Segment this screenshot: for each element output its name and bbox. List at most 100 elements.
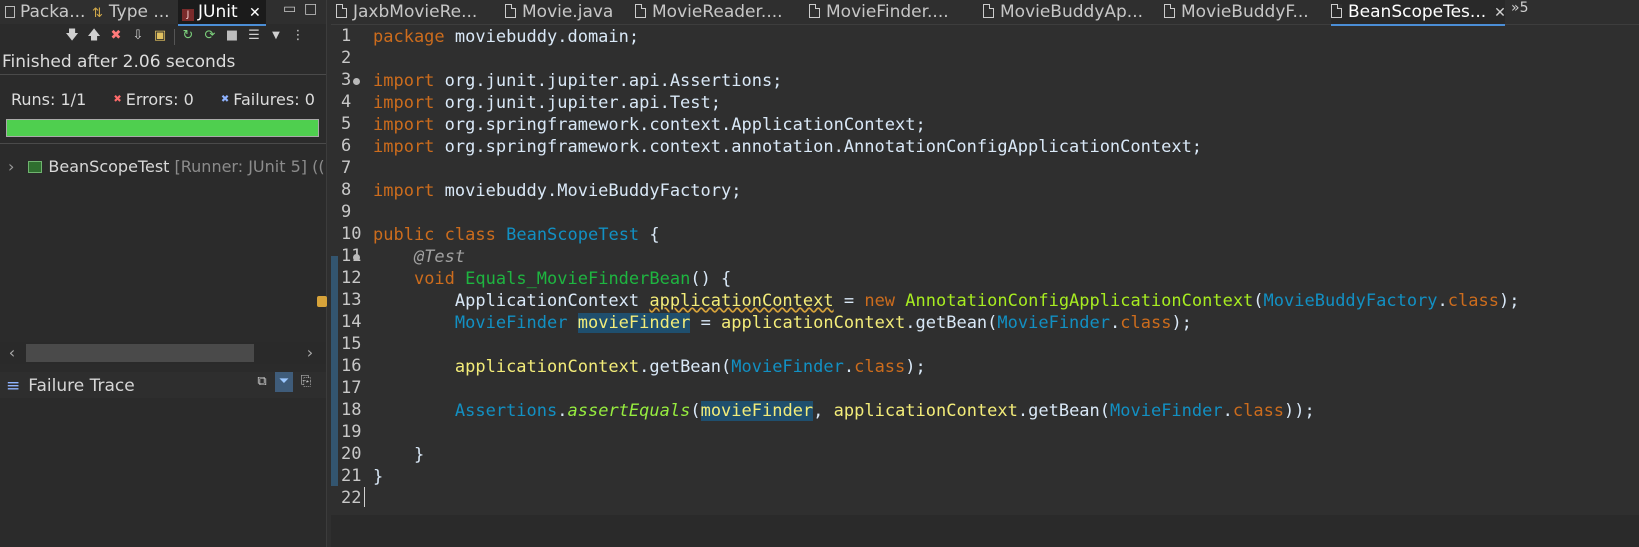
tab-label: MovieBuddyF... bbox=[1181, 2, 1309, 22]
history-dropdown-icon[interactable]: ▼ bbox=[268, 28, 284, 44]
tab-label: JaxbMovieRe... bbox=[353, 2, 478, 22]
minimize-icon[interactable]: ▭ bbox=[283, 0, 296, 22]
editor-horizontal-scrollbar[interactable] bbox=[331, 515, 1639, 547]
java-file-icon bbox=[1331, 4, 1342, 18]
failures-label: Failures: bbox=[233, 90, 300, 109]
scroll-left-icon[interactable]: ‹ bbox=[2, 342, 22, 364]
tab-label: Movie.java bbox=[522, 2, 614, 22]
test-class-name: BeanScopeTest bbox=[48, 157, 170, 176]
next-failure-icon[interactable]: 🡇 bbox=[64, 28, 80, 44]
scroll-lock-icon[interactable]: ⇩ bbox=[130, 28, 146, 44]
scrollbar-thumb[interactable] bbox=[26, 344, 254, 362]
show-failures-only-icon[interactable]: ✖ bbox=[108, 28, 124, 44]
copy-trace-icon[interactable]: ⎘ bbox=[297, 372, 315, 392]
scroll-right-icon[interactable]: › bbox=[300, 342, 320, 364]
tab-package-explorer-label: Packa... bbox=[20, 2, 84, 22]
tab-label: MovieFinder.... bbox=[826, 2, 949, 22]
fold-method-icon[interactable] bbox=[353, 254, 360, 261]
code-line-18: Assertions.assertEquals(movieFinder, app… bbox=[454, 401, 1315, 421]
runs-counter: Runs: 1/1 bbox=[11, 90, 86, 109]
tab-label: BeanScopeTes... bbox=[1348, 2, 1487, 22]
code-line-20: } bbox=[413, 445, 425, 465]
test-tree-item[interactable]: › BeanScopeTest [Runner: JUnit 5] (( bbox=[8, 157, 324, 176]
history-icon[interactable]: ☰ bbox=[246, 28, 262, 44]
runs-value: 1/1 bbox=[60, 90, 87, 109]
tab-jaxb-movie-reader[interactable]: JaxbMovieRe... bbox=[336, 0, 477, 24]
stack-trace-icon: ≡ bbox=[6, 376, 21, 396]
failure-icon: ✖ bbox=[220, 94, 230, 105]
line-number: 19 bbox=[341, 422, 362, 442]
gutter-range-indicator bbox=[331, 256, 338, 486]
code-line-14: MovieFinder movieFinder = applicationCon… bbox=[454, 313, 1192, 333]
fold-imports-icon[interactable] bbox=[353, 78, 360, 85]
test-runner-label: [Runner: JUnit 5] (( bbox=[174, 157, 324, 176]
line-number: 9 bbox=[341, 202, 352, 222]
maximize-icon[interactable]: □ bbox=[304, 0, 317, 22]
progress-bar bbox=[6, 119, 319, 137]
failures-value: 0 bbox=[304, 90, 315, 109]
warning-marker-icon[interactable] bbox=[317, 296, 327, 307]
java-file-icon bbox=[635, 4, 646, 18]
failure-trace-header: ≡ Failure Trace ⧉ ⏷ ⎘ bbox=[0, 372, 326, 398]
line-number: 17 bbox=[341, 378, 362, 398]
tab-package-explorer[interactable]: Packa... bbox=[0, 0, 84, 24]
line-number: 15 bbox=[341, 334, 362, 354]
code-line-13: ApplicationContext applicationContext = … bbox=[454, 291, 1520, 311]
tab-movie-finder[interactable]: MovieFinder.... bbox=[809, 0, 949, 24]
errors-counter: ✖ Errors: 0 bbox=[113, 90, 193, 109]
compare-result-icon[interactable]: ⧉ bbox=[253, 372, 271, 392]
code-line-21: } bbox=[373, 467, 384, 487]
tab-bean-scope-test[interactable]: BeanScopeTes... ✕ bbox=[1331, 0, 1506, 26]
tab-overflow-chevron-icon[interactable]: »5 bbox=[1511, 0, 1528, 16]
test-suite-icon bbox=[28, 161, 43, 173]
tree-horizontal-scrollbar[interactable]: ‹ › bbox=[0, 342, 326, 364]
status-text: Finished after 2.06 seconds bbox=[2, 52, 236, 72]
error-icon: ✖ bbox=[113, 94, 122, 105]
code-line-3: import org.junit.jupiter.api.Assertions; bbox=[373, 71, 783, 91]
line-number: 7 bbox=[341, 158, 352, 178]
tab-junit[interactable]: J JUnit ✕ bbox=[178, 0, 266, 26]
java-file-icon bbox=[505, 4, 516, 18]
close-tab-icon[interactable]: ✕ bbox=[1494, 5, 1506, 21]
left-tab-bar: Packa... ⇅ Type ... J JUnit ✕ ▭ □ bbox=[0, 0, 326, 26]
progress-fill bbox=[7, 120, 318, 136]
tab-type-hierarchy-label: Type ... bbox=[108, 2, 170, 22]
tab-movie-java[interactable]: Movie.java bbox=[505, 0, 613, 24]
line-number: 22 bbox=[341, 488, 362, 508]
previous-failure-icon[interactable]: 🡅 bbox=[86, 28, 102, 44]
tab-movie-reader[interactable]: MovieReader.... bbox=[635, 0, 783, 24]
view-menu-icon[interactable]: ⋮ bbox=[290, 28, 306, 44]
code-line-4: import org.junit.jupiter.api.Test; bbox=[373, 93, 721, 113]
java-file-icon bbox=[983, 4, 994, 18]
failure-trace-title: ≡ Failure Trace bbox=[6, 376, 135, 396]
junit-view: Packa... ⇅ Type ... J JUnit ✕ ▭ □ 🡇 🡅 ✖ ⇩ … bbox=[0, 0, 327, 547]
code-line-8: import moviebuddy.MovieBuddyFactory; bbox=[373, 181, 742, 201]
code-line-10: public class BeanScopeTest { bbox=[373, 225, 660, 245]
tab-label: MovieReader.... bbox=[652, 2, 783, 22]
junit-icon: J bbox=[182, 9, 194, 21]
java-file-icon bbox=[1164, 4, 1175, 18]
close-junit-tab-icon[interactable]: ✕ bbox=[249, 5, 261, 21]
failure-trace-label: Failure Trace bbox=[28, 376, 135, 396]
stop-icon[interactable]: ■ bbox=[224, 28, 240, 44]
tab-type-hierarchy[interactable]: ⇅ Type ... bbox=[88, 0, 174, 24]
text-cursor bbox=[364, 487, 365, 507]
runs-label: Runs: bbox=[11, 90, 56, 109]
errors-value: 0 bbox=[183, 90, 194, 109]
tab-movie-buddy-factory[interactable]: MovieBuddyF... bbox=[1164, 0, 1309, 24]
code-line-12: void Equals_MovieFinderBean() { bbox=[413, 269, 732, 289]
show-skipped-icon[interactable]: ▣ bbox=[152, 28, 168, 44]
tab-movie-buddy-application[interactable]: MovieBuddyAp... bbox=[983, 0, 1143, 24]
line-number: 2 bbox=[341, 48, 352, 68]
failures-counter: ✖ Failures: 0 bbox=[221, 90, 315, 109]
tab-label: MovieBuddyAp... bbox=[1000, 2, 1144, 22]
filter-stack-trace-icon[interactable]: ⏷ bbox=[275, 372, 293, 392]
java-editor: JaxbMovieRe... Movie.java MovieReader...… bbox=[317, 0, 1639, 547]
java-file-icon bbox=[336, 4, 347, 18]
junit-toolbar: 🡇 🡅 ✖ ⇩ ▣ ↻ ⟳ ■ ☰ ▼ ⋮ bbox=[0, 26, 326, 48]
rerun-icon[interactable]: ↻ bbox=[180, 28, 196, 44]
expand-chevron-icon[interactable]: › bbox=[8, 157, 14, 176]
type-hierarchy-icon: ⇅ bbox=[92, 6, 103, 21]
package-explorer-icon bbox=[5, 6, 15, 18]
rerun-failed-first-icon[interactable]: ⟳ bbox=[202, 28, 218, 44]
